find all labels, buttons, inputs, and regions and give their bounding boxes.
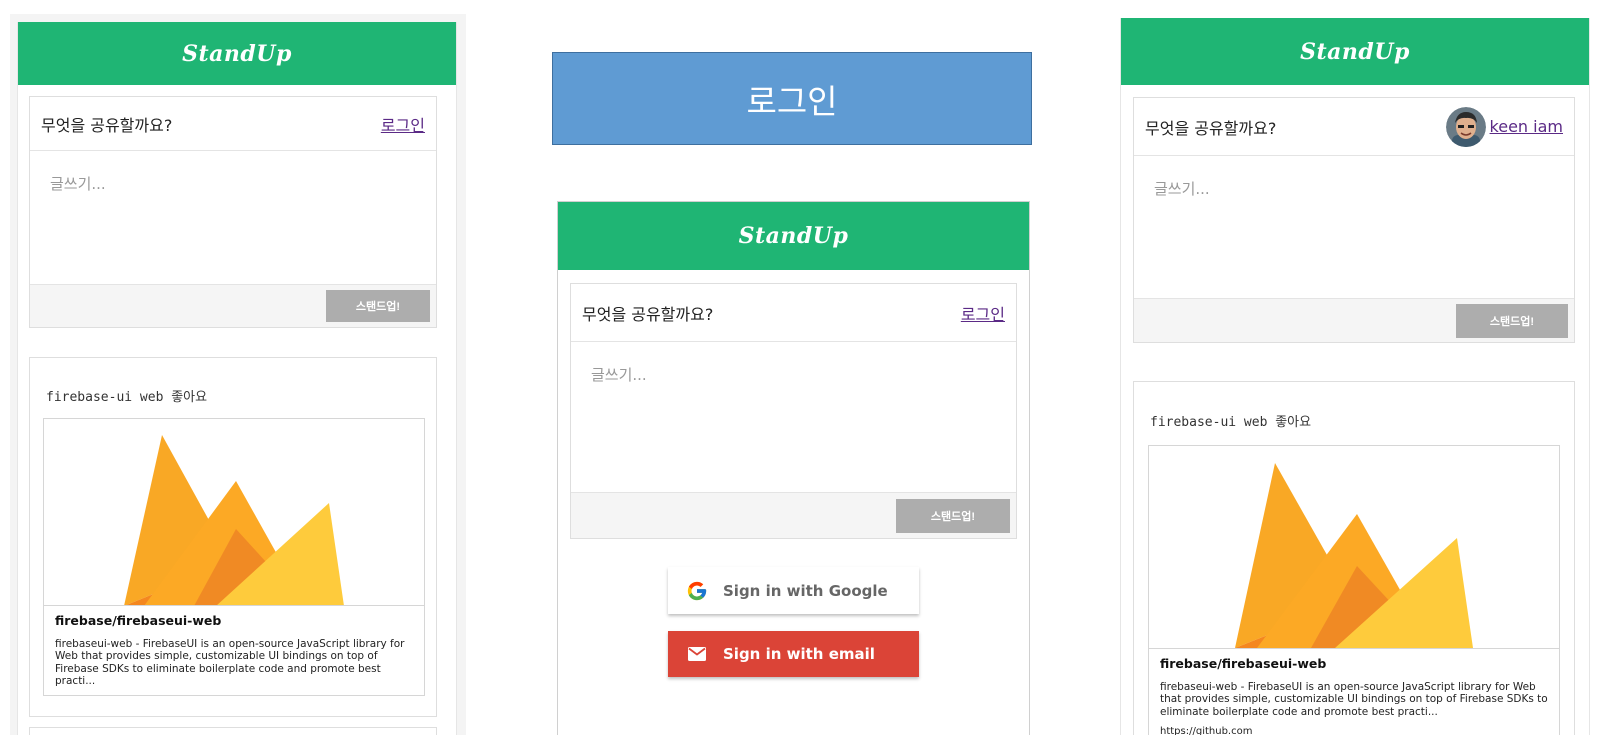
composer-textarea-wrap	[1134, 156, 1574, 300]
composer-textarea-wrap	[571, 342, 1016, 492]
composer: 무엇을 공유할까요? keen iam 글쓰기... 스탠드업!	[1133, 97, 1575, 343]
composer: 무엇을 공유할까요? 로그인 스탠드업!	[570, 283, 1017, 539]
standup-button[interactable]: 스탠드업!	[326, 290, 430, 322]
screen-logged-in-feed: StandUp 무엇을 공유할까요? keen iam 글쓰기... 스탠드업!…	[1120, 18, 1590, 735]
composer-footer: 스탠드업!	[571, 492, 1016, 538]
app-header: StandUp	[18, 22, 456, 85]
link-title: firebase/firebaseui-web	[55, 613, 222, 628]
link-description: firebaseui-web - FirebaseUI is an open-s…	[1160, 681, 1548, 718]
composer: 무엇을 공유할까요? 로그인 스탠드업!	[29, 96, 437, 328]
composer-textarea-wrap	[30, 151, 436, 285]
composer-footer: 스탠드업!	[30, 284, 436, 327]
standup-button[interactable]: 스탠드업!	[896, 499, 1010, 533]
avatar	[1445, 106, 1486, 147]
user-name-link: keen iam	[1489, 117, 1563, 136]
link-url: https://github.com	[1160, 726, 1253, 735]
google-signin-label: Sign in with Google	[723, 581, 888, 600]
login-banner: 로그인	[552, 52, 1032, 145]
email-signin-label: Sign in with email	[723, 645, 875, 663]
screen-content: StandUp 무엇을 공유할까요? 로그인 스탠드업! firebase-ui…	[17, 22, 457, 735]
composer-prompt: 무엇을 공유할까요?	[582, 304, 714, 324]
post-text: firebase-ui web 좋아요	[46, 390, 208, 405]
email-signin-button[interactable]: Sign in with email	[668, 631, 919, 677]
post-input[interactable]	[30, 151, 436, 285]
app-header: StandUp	[558, 202, 1029, 270]
composer-prompt: 무엇을 공유할까요?	[1145, 118, 1277, 138]
post-text: firebase-ui web 좋아요	[1150, 415, 1312, 430]
firebase-logo	[1149, 446, 1559, 648]
google-g-icon	[686, 580, 708, 602]
link-preview-meta: firebase/firebaseui-web firebaseui-web -…	[1149, 648, 1559, 735]
composer-header: 무엇을 공유할까요? 로그인	[30, 97, 436, 151]
google-signin-button[interactable]: Sign in with Google	[668, 567, 919, 614]
link-title: firebase/firebaseui-web	[1160, 656, 1327, 671]
brand-title: StandUp	[738, 223, 849, 249]
composer-footer: 스탠드업!	[1134, 298, 1574, 342]
composer-header: 무엇을 공유할까요? 로그인	[571, 284, 1016, 342]
brand-title: StandUp	[182, 40, 292, 67]
mail-icon	[686, 643, 708, 665]
post-input[interactable]	[571, 342, 1016, 492]
post-item-next	[29, 727, 437, 735]
app-header: StandUp	[1121, 18, 1589, 85]
composer-prompt: 무엇을 공유할까요?	[41, 115, 173, 135]
link-preview-card[interactable]: firebase/firebaseui-web firebaseui-web -…	[43, 418, 425, 696]
user-info[interactable]: keen iam	[1445, 106, 1563, 147]
standup-button[interactable]: 스탠드업!	[1456, 304, 1568, 338]
login-link[interactable]: 로그인	[961, 301, 1005, 325]
screen-logged-out-feed: StandUp 무엇을 공유할까요? 로그인 스탠드업! firebase-ui…	[10, 14, 466, 735]
post-item: firebase-ui web 좋아요 firebase/firebaseui-…	[29, 357, 437, 717]
firebase-logo	[44, 419, 424, 606]
link-url: https://github.com	[55, 696, 413, 697]
brand-title: StandUp	[1300, 38, 1410, 65]
post-input[interactable]	[1134, 156, 1574, 300]
login-banner-label: 로그인	[746, 81, 838, 121]
login-link[interactable]: 로그인	[381, 112, 425, 136]
link-description: firebaseui-web - FirebaseUI is an open-s…	[55, 638, 405, 688]
link-preview-meta: firebase/firebaseui-web firebaseui-web -…	[44, 605, 424, 695]
post-item: firebase-ui web 좋아요 firebase/firebaseui-…	[1133, 381, 1575, 735]
composer-header: 무엇을 공유할까요? keen iam	[1134, 98, 1574, 156]
link-preview-card[interactable]: firebase/firebaseui-web firebaseui-web -…	[1148, 445, 1560, 735]
